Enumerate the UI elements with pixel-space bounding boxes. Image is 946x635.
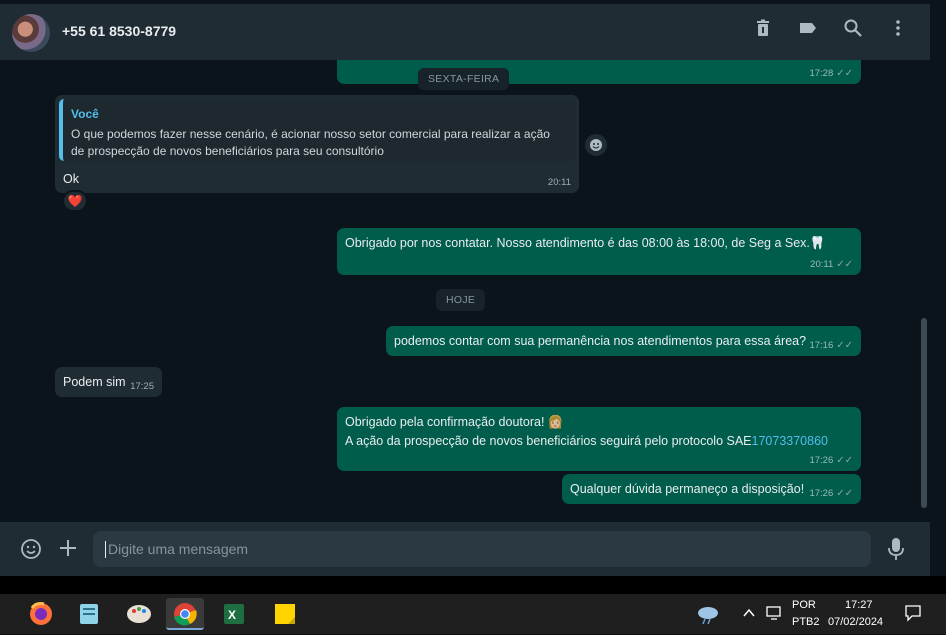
outgoing-message[interactable]: Obrigado por nos contatar. Nosso atendim… [337, 228, 861, 275]
plus-icon[interactable] [58, 538, 78, 558]
message-text: podemos contar com sua permanência nos a… [394, 334, 807, 348]
double-check-icon: ✓✓ [836, 68, 853, 79]
windows-taskbar: X POR PTB2 17:27 07/02/2024 [0, 594, 946, 634]
label-icon[interactable] [798, 18, 818, 38]
message-time: 20:11 ✓✓ [810, 259, 853, 270]
message-text: Obrigado por nos contatar. Nosso atendim… [345, 236, 826, 250]
notification-icon[interactable] [904, 604, 922, 627]
outgoing-message[interactable]: podemos contar com sua permanência nos a… [386, 326, 861, 356]
composer-bar: Digite uma mensagem [0, 522, 930, 576]
chevron-up-icon[interactable] [742, 606, 756, 625]
protocol-link[interactable]: 17073370860 [752, 434, 828, 448]
menu-dots-icon[interactable] [888, 18, 908, 38]
message-time: 17:25 [130, 381, 154, 392]
message-text-line1: Obrigado pela confirmação doutora! 👩🏼 [345, 415, 564, 429]
whatsapp-window: +55 61 8530-8779 17:28 ✓✓ SEXTA-FEIRA Vo… [0, 0, 930, 576]
clock-time[interactable]: 17:27 [845, 599, 873, 611]
outgoing-message[interactable]: Obrigado pela confirmação doutora! 👩🏼 A … [337, 407, 861, 471]
text-caret [105, 541, 106, 558]
emoji-icon[interactable] [20, 538, 42, 560]
outgoing-message[interactable]: 17:28 ✓✓ [337, 60, 861, 84]
header-actions [753, 18, 908, 38]
date-divider: SEXTA-FEIRA [418, 68, 510, 90]
language-indicator-bottom[interactable]: PTB2 [792, 616, 820, 628]
message-time: 17:16 ✓✓ [809, 340, 853, 351]
message-time: 17:28 ✓✓ [809, 68, 853, 79]
heart-reaction[interactable]: ❤️ [62, 190, 88, 212]
chrome-icon[interactable] [166, 598, 204, 630]
quote-author: Você [71, 107, 99, 121]
double-check-icon: ✓✓ [836, 340, 853, 351]
chat-header: +55 61 8530-8779 [0, 0, 930, 60]
svg-text:X: X [228, 608, 236, 622]
avatar[interactable] [12, 14, 50, 52]
message-text: Podem sim [63, 375, 126, 389]
quote-text: O que podemos fazer nesse cenário, é aci… [71, 127, 550, 158]
language-indicator-top[interactable]: POR [792, 599, 816, 611]
message-text-line2: A ação da prospecção de novos beneficiár… [345, 434, 828, 448]
weather-icon[interactable] [695, 603, 721, 630]
notepad-icon[interactable] [70, 598, 108, 630]
message-text: Qualquer dúvida permaneço a disposição! [570, 482, 805, 496]
message-time: 17:26 ✓✓ [809, 455, 853, 466]
delete-icon[interactable] [753, 18, 773, 38]
outgoing-message[interactable]: Qualquer dúvida permaneço a disposição! … [562, 474, 861, 504]
incoming-message[interactable]: Você O que podemos fazer nesse cenário, … [55, 95, 579, 193]
message-input[interactable]: Digite uma mensagem [93, 531, 871, 567]
desktop-gap [0, 576, 946, 594]
sticky-notes-icon[interactable] [266, 598, 304, 630]
message-list[interactable]: 17:28 ✓✓ SEXTA-FEIRA Você O que podemos f… [0, 60, 930, 522]
double-check-icon: ✓✓ [836, 455, 853, 466]
quoted-message[interactable]: Você O que podemos fazer nesse cenário, … [59, 99, 576, 161]
clock-date[interactable]: 07/02/2024 [828, 616, 883, 628]
message-text: Ok [63, 172, 79, 186]
network-icon[interactable] [766, 605, 784, 626]
paint-icon[interactable] [120, 598, 158, 630]
date-divider: HOJE [436, 289, 486, 311]
chat-scrollbar[interactable] [921, 318, 927, 508]
double-check-icon: ✓✓ [836, 488, 853, 499]
microphone-icon[interactable] [887, 537, 905, 561]
double-check-icon: ✓✓ [836, 259, 853, 270]
firefox-icon[interactable] [22, 598, 60, 630]
incoming-message[interactable]: Podem sim 17:25 [55, 367, 162, 397]
excel-icon[interactable]: X [215, 598, 253, 630]
contact-name[interactable]: +55 61 8530-8779 [62, 23, 176, 39]
react-emoji-icon[interactable] [585, 134, 607, 156]
search-icon[interactable] [843, 18, 863, 38]
message-time: 20:11 [547, 177, 571, 188]
message-time: 17:26 ✓✓ [809, 488, 853, 499]
